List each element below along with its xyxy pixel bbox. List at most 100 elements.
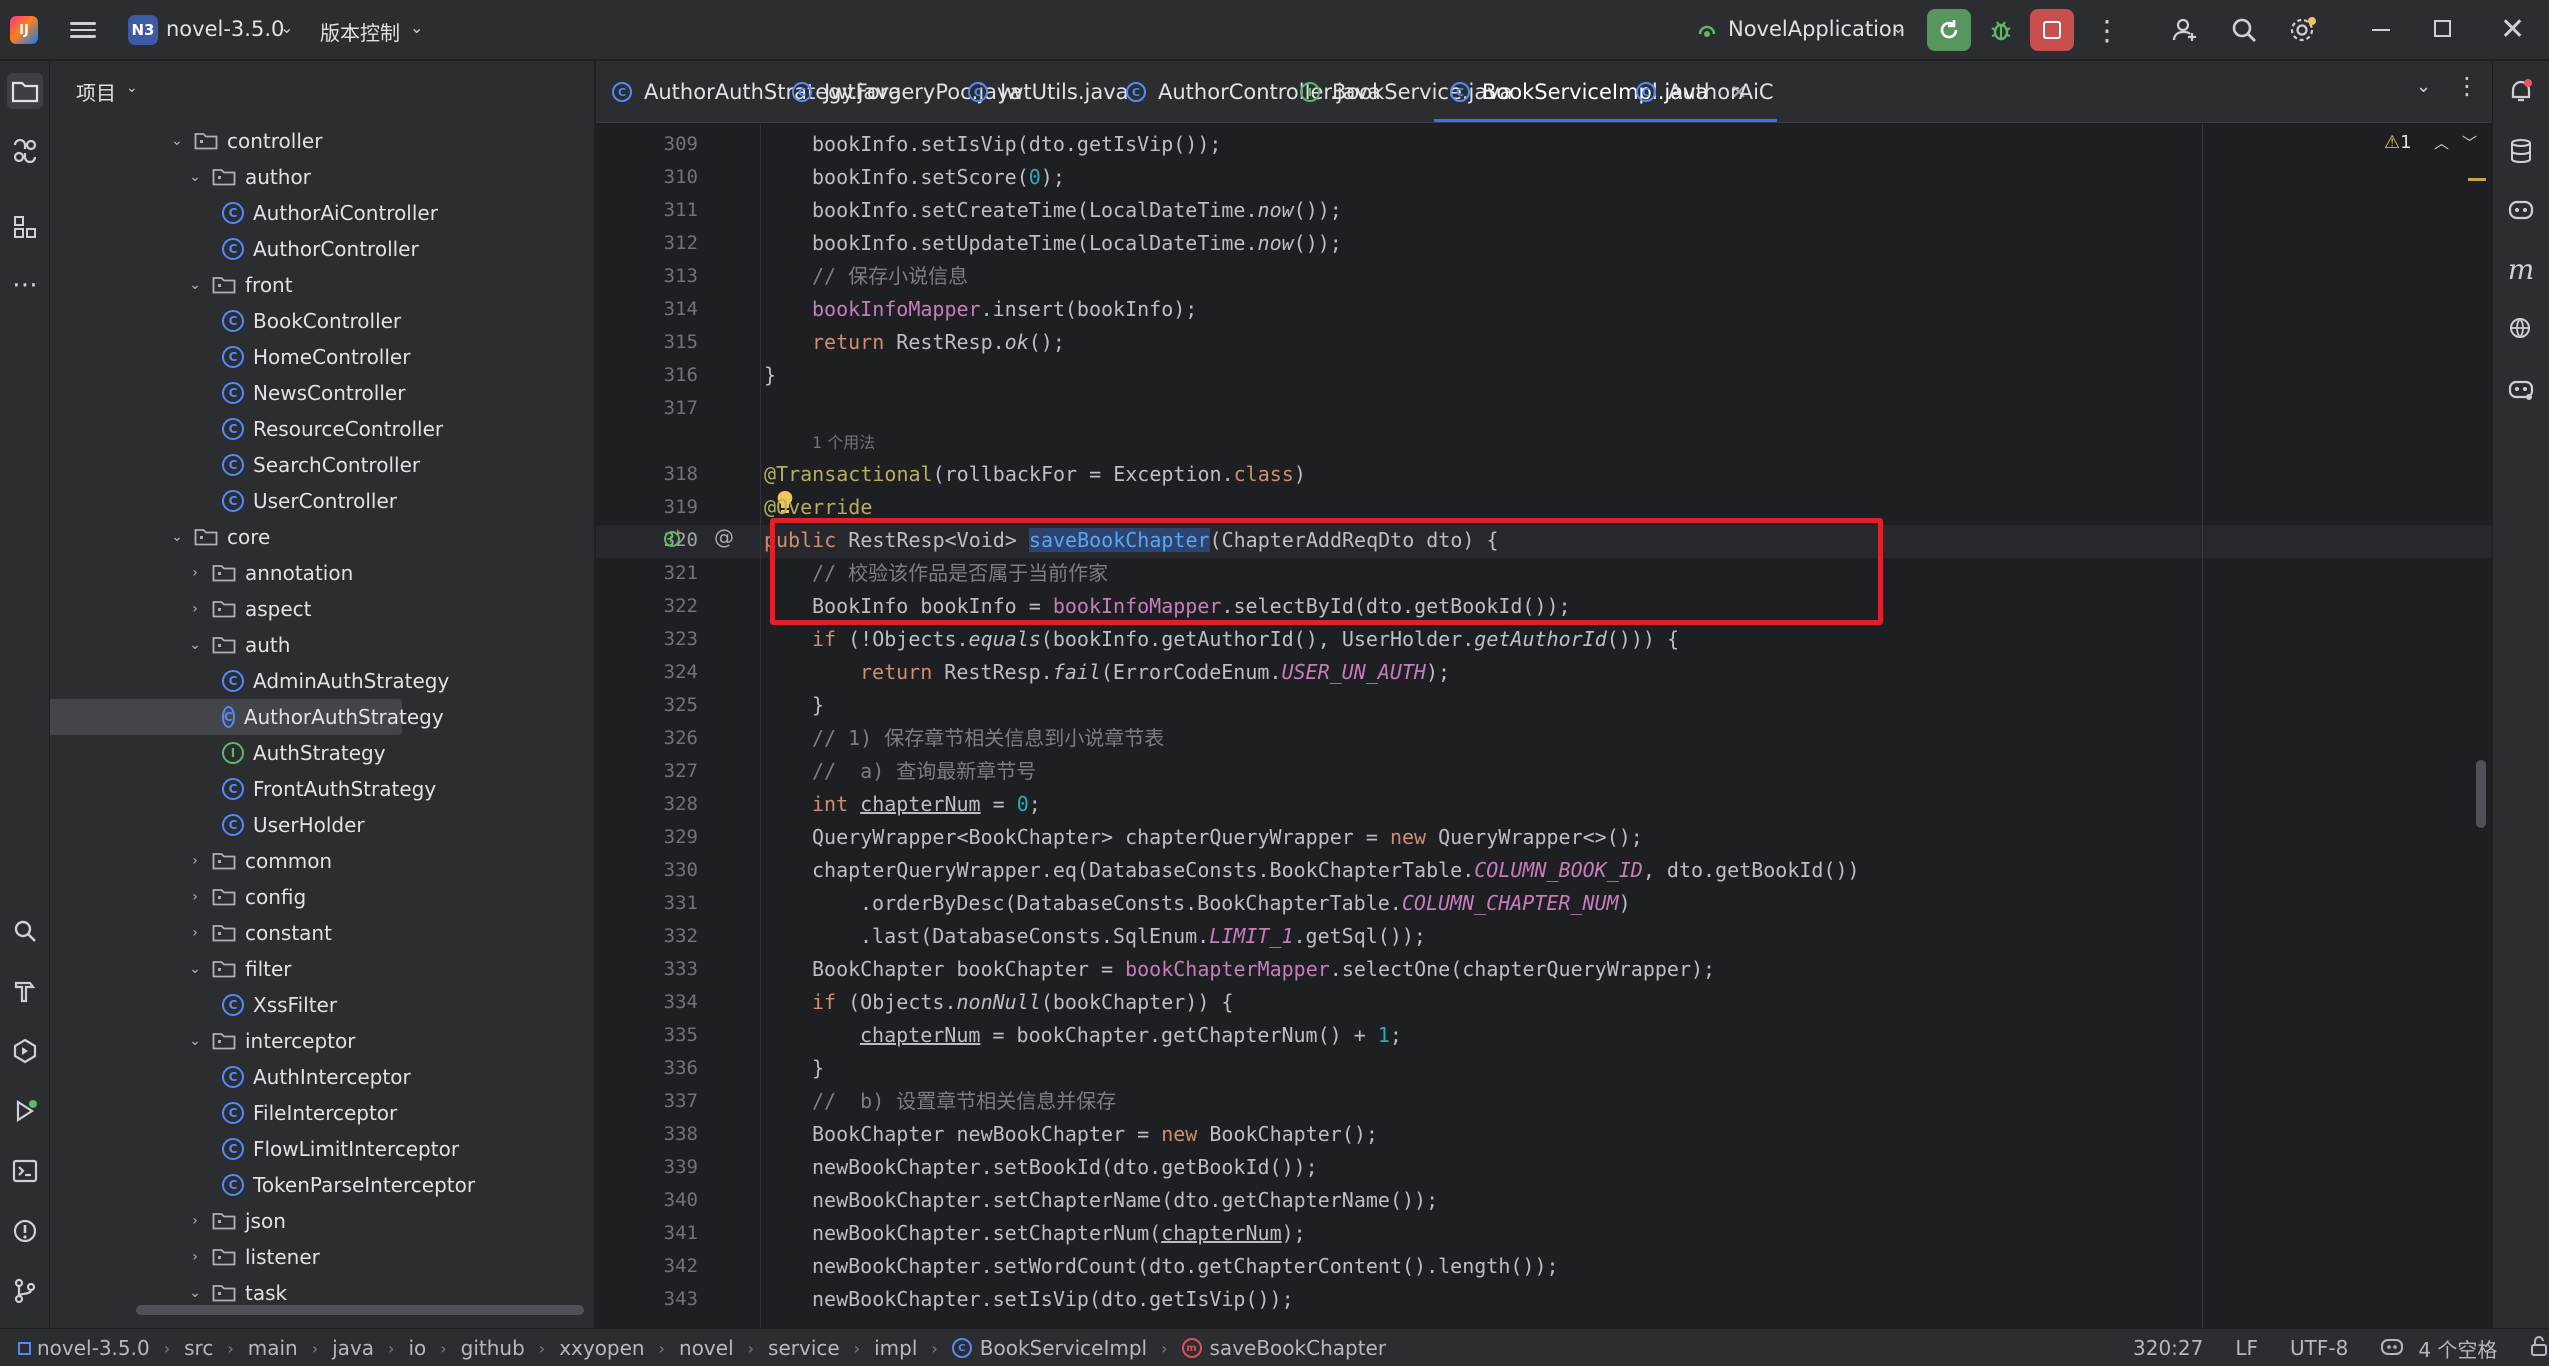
- chevron-down-icon[interactable]: ⌄: [186, 637, 204, 653]
- terminal-tool-button[interactable]: [7, 1153, 43, 1189]
- breadcrumb-item[interactable]: github: [461, 1336, 525, 1360]
- chevron-down-icon[interactable]: ⌄: [168, 529, 186, 545]
- breadcrumb-item[interactable]: xxyopen: [559, 1336, 644, 1360]
- line-number[interactable]: 332: [596, 925, 698, 947]
- debug-button[interactable]: [1979, 9, 2023, 51]
- line-number[interactable]: 330: [596, 859, 698, 881]
- line-number[interactable]: 342: [596, 1255, 698, 1277]
- line-number[interactable]: 324: [596, 661, 698, 683]
- tree-item-core[interactable]: ⌄ core: [50, 519, 580, 555]
- line-number[interactable]: 340: [596, 1189, 698, 1211]
- git-tool-button[interactable]: [7, 1273, 43, 1309]
- line-number[interactable]: 328: [596, 793, 698, 815]
- line-number[interactable]: 338: [596, 1123, 698, 1145]
- tree-item-usercontroller[interactable]: C UserController: [50, 483, 580, 519]
- line-separator[interactable]: LF: [2235, 1336, 2258, 1360]
- breadcrumb-item[interactable]: service: [768, 1336, 840, 1360]
- tree-item-listener[interactable]: › listener: [50, 1239, 580, 1275]
- tree-item-json[interactable]: › json: [50, 1203, 580, 1239]
- chevron-right-icon[interactable]: ›: [186, 1213, 204, 1229]
- indent-setting[interactable]: 4 个空格: [2418, 1334, 2497, 1363]
- tree-item-searchcontroller[interactable]: C SearchController: [50, 447, 580, 483]
- chevron-down-icon[interactable]: ⌄: [186, 961, 204, 977]
- tree-item-tokenparseinterceptor[interactable]: C TokenParseInterceptor: [50, 1167, 580, 1203]
- line-number[interactable]: 343: [596, 1288, 698, 1310]
- editor-scrollbar[interactable]: [2476, 760, 2486, 828]
- stop-button[interactable]: [2030, 9, 2074, 51]
- line-number[interactable]: 312: [596, 232, 698, 254]
- tab-jwtutils-java[interactable]: C JwtUtils.java: [968, 61, 1129, 122]
- breadcrumb-item[interactable]: C BookServiceImpl: [951, 1336, 1147, 1360]
- search-tool-button[interactable]: [7, 913, 43, 949]
- tree-item-authinterceptor[interactable]: C AuthInterceptor: [50, 1059, 580, 1095]
- line-number[interactable]: 326: [596, 727, 698, 749]
- override-annotation-icon[interactable]: @: [714, 525, 734, 549]
- chevron-down-icon[interactable]: ⌄: [410, 18, 423, 37]
- tree-item-front[interactable]: ⌄ front: [50, 267, 580, 303]
- line-number[interactable]: 331: [596, 892, 698, 914]
- tree-item-common[interactable]: › common: [50, 843, 580, 879]
- line-number[interactable]: 333: [596, 958, 698, 980]
- chevron-down-icon[interactable]: ⌄: [1892, 19, 1905, 37]
- line-number[interactable]: 339: [596, 1156, 698, 1178]
- tree-item-interceptor[interactable]: ⌄ interceptor: [50, 1023, 580, 1059]
- breadcrumb-item[interactable]: main: [248, 1336, 298, 1360]
- add-user-icon[interactable]: [2163, 9, 2207, 51]
- line-number[interactable]: 341: [596, 1222, 698, 1244]
- line-number[interactable]: 322: [596, 595, 698, 617]
- chevron-down-icon[interactable]: ⌄: [186, 277, 204, 293]
- chevron-down-icon[interactable]: ⌄: [280, 18, 293, 37]
- breadcrumb-item[interactable]: io: [408, 1336, 426, 1360]
- tree-item-constant[interactable]: › constant: [50, 915, 580, 951]
- warning-indicator[interactable]: ⚠1: [2384, 132, 2412, 153]
- breadcrumb-item[interactable]: novel-3.5.0: [18, 1336, 150, 1360]
- copilot-tool-button[interactable]: [2503, 191, 2539, 227]
- line-number[interactable]: 337: [596, 1090, 698, 1112]
- file-encoding[interactable]: UTF-8: [2290, 1336, 2348, 1360]
- tree-item-homecontroller[interactable]: C HomeController: [50, 339, 580, 375]
- notifications-tool-button[interactable]: [2503, 73, 2539, 109]
- line-number[interactable]: 311: [596, 199, 698, 221]
- project-tool-button[interactable]: [7, 73, 43, 109]
- breadcrumb-item[interactable]: java: [332, 1336, 374, 1360]
- endpoints-tool-button[interactable]: [2503, 371, 2539, 407]
- chevron-down-icon[interactable]: ⌄: [126, 80, 138, 96]
- chevron-down-icon[interactable]: ⌄: [2416, 76, 2431, 97]
- line-number[interactable]: 317: [596, 397, 698, 419]
- vcs-menu[interactable]: 版本控制: [320, 17, 400, 46]
- maximize-icon[interactable]: [2434, 20, 2451, 37]
- tab-authoraic[interactable]: C AuthorAiC: [1636, 61, 1774, 122]
- line-number[interactable]: 325: [596, 694, 698, 716]
- tree-item-controller[interactable]: ⌄ controller: [50, 123, 580, 159]
- chevron-down-icon[interactable]: ﹀: [2462, 132, 2477, 153]
- tree-item-auth[interactable]: ⌄ auth: [50, 627, 580, 663]
- line-number[interactable]: 309: [596, 133, 698, 155]
- line-number[interactable]: 313: [596, 265, 698, 287]
- chevron-down-icon[interactable]: ⌄: [168, 133, 186, 149]
- build-tool-button[interactable]: [7, 973, 43, 1009]
- breadcrumb-item[interactable]: src: [184, 1336, 213, 1360]
- project-badge[interactable]: N3: [128, 15, 158, 45]
- more-icon[interactable]: ⋮: [2085, 9, 2129, 51]
- tree-item-bookcontroller[interactable]: C BookController: [50, 303, 580, 339]
- tree-item-filter[interactable]: ⌄ filter: [50, 951, 580, 987]
- chevron-right-icon[interactable]: ›: [186, 565, 204, 581]
- line-number[interactable]: 336: [596, 1057, 698, 1079]
- ai-assistant-tool-button[interactable]: [7, 133, 43, 169]
- project-panel-title[interactable]: 项目: [76, 77, 116, 106]
- run-configuration-selector[interactable]: NovelApplication: [1728, 17, 1905, 41]
- tree-item-flowlimitinterceptor[interactable]: C FlowLimitInterceptor: [50, 1131, 580, 1167]
- intellij-logo-icon[interactable]: IJ: [10, 16, 38, 44]
- line-number[interactable]: 327: [596, 760, 698, 782]
- line-number[interactable]: 334: [596, 991, 698, 1013]
- tree-item-authoraicontroller[interactable]: C AuthorAiController: [50, 195, 580, 231]
- chevron-right-icon[interactable]: ›: [186, 889, 204, 905]
- lock-icon[interactable]: [2529, 1335, 2549, 1362]
- editor-gutter[interactable]: 309 310 311 312 313 314 315 316 317 318 319 320 321 3…: [596, 124, 761, 1328]
- tree-item-authorauthstrategy[interactable]: C AuthorAuthStrategy: [50, 699, 444, 735]
- breadcrumb-item[interactable]: novel: [679, 1336, 734, 1360]
- chevron-right-icon[interactable]: ›: [186, 853, 204, 869]
- services-tool-button[interactable]: [7, 1033, 43, 1069]
- tree-item-xssfilter[interactable]: C XssFilter: [50, 987, 580, 1023]
- chevron-right-icon[interactable]: ›: [186, 1249, 204, 1265]
